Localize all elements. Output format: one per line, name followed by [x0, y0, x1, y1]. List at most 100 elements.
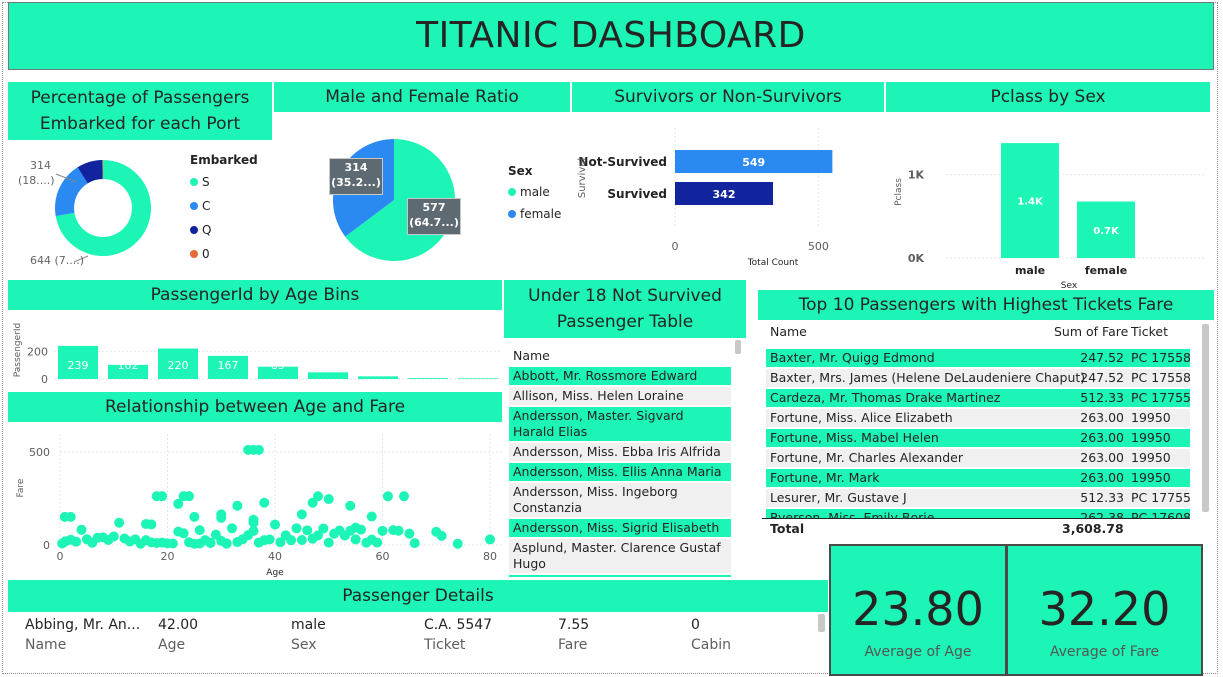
age-fare-point[interactable] — [71, 536, 82, 547]
age-fare-point[interactable] — [194, 525, 205, 536]
under18-table-row[interactable]: Andersson, Miss. Ellis Anna Maria — [509, 463, 731, 481]
legend-dot-icon — [190, 226, 198, 234]
age-fare-point[interactable] — [232, 500, 243, 511]
age-fare-point[interactable] — [345, 500, 356, 511]
age-fare-point[interactable] — [205, 538, 216, 549]
age-fare-point[interactable] — [399, 491, 409, 502]
passenger-details-scrollbar[interactable] — [818, 614, 825, 632]
top10-table-row[interactable]: Lesurer, Mr. Gustave J 512.33 PC 17755 — [766, 489, 1190, 507]
age-fare-point[interactable] — [216, 509, 227, 520]
age-fare-point[interactable] — [296, 509, 307, 520]
age-bins-bar-50[interactable] — [308, 372, 348, 379]
age-fare-point[interactable] — [393, 525, 404, 536]
top10-col-name[interactable]: Name — [770, 323, 807, 341]
under18-table-row[interactable]: Andersson, Miss. Sigrid Elisabeth — [509, 519, 731, 537]
top10-cell-fare: 263.00 — [1080, 450, 1124, 465]
age-bins-bar-70[interactable] — [408, 378, 448, 379]
top10-scrollbar[interactable] — [1202, 324, 1209, 512]
under18-table-row[interactable]: Abbott, Mr. Rossmore Edward — [509, 367, 731, 385]
embarked-chart-title: Percentage of Passengers Embarked for ea… — [8, 82, 272, 140]
age-fare-point[interactable] — [356, 524, 366, 535]
under18-table-row[interactable]: Andersson, Miss. Ebba Iris Alfrida — [509, 443, 731, 461]
age-fare-point[interactable] — [404, 528, 415, 539]
age-fare-point[interactable] — [318, 523, 329, 534]
under18-table-title: Under 18 Not Survived Passenger Table — [504, 280, 746, 338]
under18-table-row[interactable]: Andersson, Miss. Ingeborg Constanzia — [509, 483, 731, 517]
sex-legend-item-female[interactable]: female — [508, 207, 561, 221]
top10-table-row[interactable]: Cardeza, Mr. Thomas Drake Martinez 512.33… — [766, 389, 1190, 407]
top10-table-row[interactable]: Fortune, Miss. Mabel Helen 263.00 19950 — [766, 429, 1190, 447]
age-fare-point[interactable] — [372, 537, 383, 548]
age-fare-point[interactable] — [124, 536, 135, 547]
age-fare-point[interactable] — [178, 528, 189, 539]
age-fare-point[interactable] — [382, 491, 393, 502]
under18-scrollbar[interactable] — [735, 340, 741, 354]
top10-table-row[interactable]: Fortune, Miss. Alice Elizabeth 263.00 1995… — [766, 409, 1190, 427]
age-fare-point[interactable] — [135, 538, 146, 549]
top10-table-row[interactable]: Fortune, Mr. Charles Alexander 263.00 1995… — [766, 449, 1190, 467]
age-fare-point[interactable] — [366, 511, 377, 522]
age-fare-point[interactable] — [485, 534, 495, 545]
age-fare-point[interactable] — [248, 525, 259, 536]
under18-table-row[interactable]: Asplund, Master. Clarence Gustaf Hugo — [509, 539, 731, 573]
age-bins-y-tick: 200 — [27, 345, 48, 358]
survivors-x-tick: 0 — [672, 240, 679, 253]
sex-legend-item-male[interactable]: male — [508, 185, 550, 199]
top10-table-row[interactable]: Fortune, Mr. Mark 263.00 19950 — [766, 469, 1190, 487]
age-fare-point[interactable] — [259, 497, 270, 508]
age-fare-point[interactable] — [291, 523, 302, 534]
age-fare-point[interactable] — [270, 519, 280, 530]
age-fare-point[interactable] — [286, 535, 297, 546]
under18-table-row[interactable]: Attalah, Miss. Malake — [509, 575, 731, 577]
age-fare-point[interactable] — [184, 491, 194, 502]
age-fare-point[interactable] — [409, 538, 420, 549]
age-fare-point[interactable] — [114, 517, 125, 528]
embarked-legend-item-c[interactable]: C — [190, 199, 210, 213]
embarked-legend-item-q[interactable]: Q — [190, 223, 211, 237]
age-bins-bar-80[interactable] — [458, 378, 498, 379]
top10-table-row[interactable]: Baxter, Mr. Quigg Edmond 247.52 PC 17558 — [766, 349, 1190, 367]
top10-table-row[interactable]: Baxter, Mrs. James (Helene DeLaudeniere … — [766, 369, 1190, 387]
age-fare-point[interactable] — [302, 525, 313, 536]
under18-table-row[interactable]: Andersson, Master. Sigvard Harald Elias — [509, 407, 731, 441]
age-fare-point[interactable] — [296, 534, 307, 545]
age-fare-point[interactable] — [65, 511, 76, 522]
age-fare-point[interactable] — [76, 524, 87, 535]
age-fare-point[interactable] — [189, 511, 200, 522]
age-fare-point[interactable] — [146, 519, 157, 530]
embarked-legend-item-0[interactable]: 0 — [190, 247, 210, 261]
age-fare-point[interactable] — [221, 538, 232, 549]
age-fare-x-axis-title: Age — [266, 568, 284, 578]
age-fare-point[interactable] — [313, 491, 323, 502]
sex-data-label-female: 314 (35.2...) — [329, 158, 383, 195]
age-fare-point[interactable] — [345, 525, 356, 536]
age-fare-x-tick: 80 — [483, 550, 497, 563]
age-bins-bar-60[interactable] — [358, 376, 398, 379]
age-fare-point[interactable] — [323, 537, 334, 548]
embarked-legend-item-s[interactable]: S — [190, 175, 210, 189]
age-fare-point[interactable] — [92, 532, 103, 543]
age-fare-point[interactable] — [157, 491, 168, 502]
age-fare-point[interactable] — [350, 534, 361, 545]
age-fare-point[interactable] — [452, 538, 463, 549]
age-fare-point[interactable] — [253, 444, 264, 455]
age-fare-point[interactable] — [264, 534, 275, 545]
age-fare-point[interactable] — [173, 498, 184, 509]
top10-cell-ticket: 19950 — [1131, 410, 1171, 425]
under18-table-row[interactable]: Allison, Miss. Helen Loraine — [509, 387, 731, 405]
survivors-category-label: Survived — [607, 187, 667, 201]
age-fare-point[interactable] — [194, 538, 205, 549]
top10-col-fare[interactable]: Sum of Fare — [1054, 323, 1128, 341]
age-fare-point[interactable] — [377, 525, 388, 536]
survivors-x-axis-title: Total Count — [747, 258, 799, 268]
top10-col-ticket[interactable]: Ticket — [1131, 323, 1168, 341]
age-fare-point[interactable] — [323, 494, 334, 505]
age-fare-point[interactable] — [227, 523, 237, 534]
age-fare-point[interactable] — [108, 531, 119, 542]
embarked-data-label-s: 644 (7....) — [30, 254, 85, 267]
age-fare-point[interactable] — [151, 537, 162, 548]
under18-column-header[interactable]: Name — [509, 345, 744, 367]
age-fare-point[interactable] — [162, 538, 173, 549]
age-fare-point[interactable] — [436, 530, 447, 541]
age-fare-point[interactable] — [60, 536, 71, 547]
